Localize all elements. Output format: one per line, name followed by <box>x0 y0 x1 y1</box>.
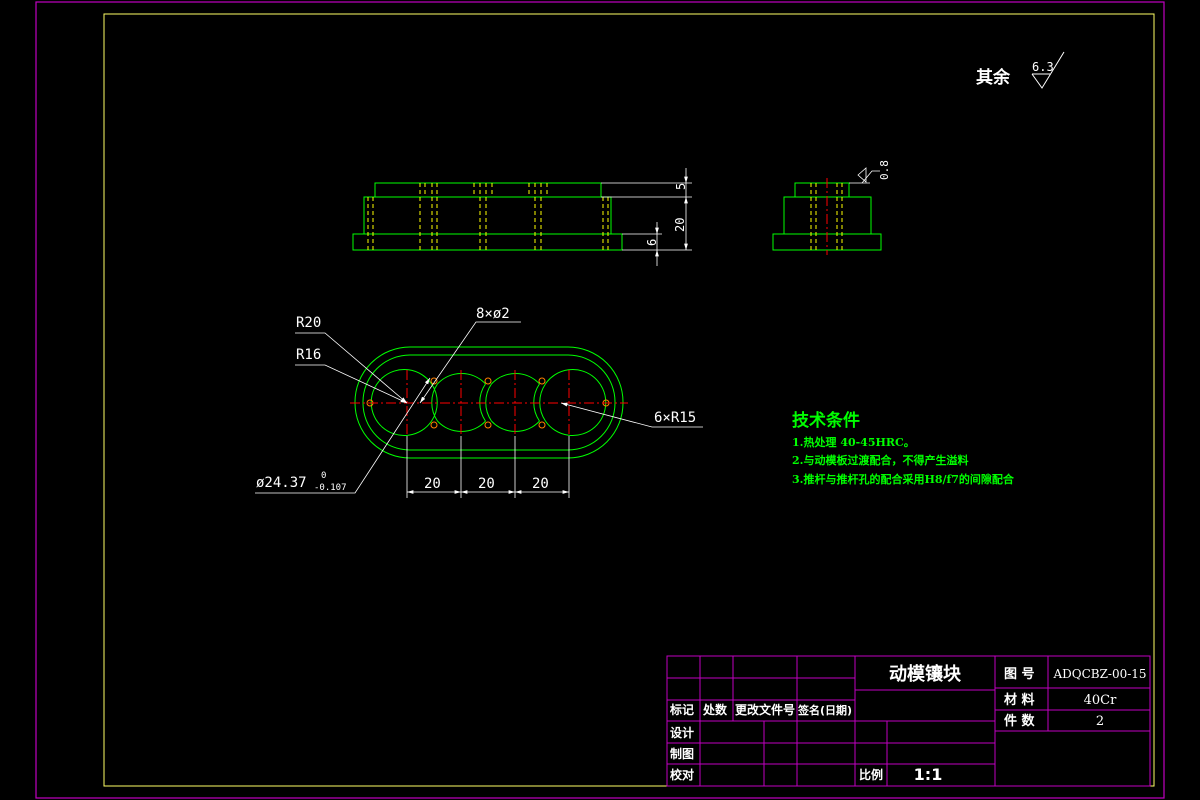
dim-front-base: 6 <box>645 239 659 246</box>
material-label: 材 料 <box>1004 692 1035 708</box>
dim-holes: 8×ø2 <box>476 306 510 322</box>
dim-r20: R20 <box>296 315 321 331</box>
technical-notes: 技术条件 1.热处理 40-45HRC。 2.与动模板过渡配合，不得产生溢料 3… <box>792 410 1015 486</box>
dim-arcs: 6×R15 <box>654 410 696 426</box>
front-view: 5 20 6 <box>352 168 692 266</box>
note-item-2: 2.与动模板过渡配合，不得产生溢料 <box>792 453 968 467</box>
drawing-no-label: 图 号 <box>1004 667 1035 682</box>
note-item-3: 3.推杆与推杆孔的配合采用H8/f7的间隙配合 <box>792 472 1015 486</box>
rev-mark-label: 标记 <box>669 702 694 717</box>
material: 40Cr <box>1084 693 1117 708</box>
dim-diameter-tol-upper: 0 <box>321 471 326 481</box>
design-label: 设计 <box>670 725 694 740</box>
rev-sign-label: 签名(日期) <box>797 703 852 717</box>
inner-border <box>103 13 1155 787</box>
dim-diameter-tol-lower: -0.107 <box>314 483 347 493</box>
note-item-1: 1.热处理 40-45HRC。 <box>792 435 915 449</box>
roughness-value-side: 0.8 <box>878 160 891 180</box>
title-block: 动模镶块 图 号 ADQCBZ-00-15 材 料 40Cr 件 数 2 标记 … <box>666 655 1151 787</box>
dim-pitch-2: 20 <box>478 476 495 492</box>
dim-r16: R16 <box>296 347 321 363</box>
quantity: 2 <box>1096 714 1104 729</box>
surface-finish-label: 其余 <box>976 67 1011 88</box>
cad-drawing-canvas: 其余 6.3 5 20 6 0.8 R20 R16 8×ø2 6×R15 ø24… <box>35 1 1165 799</box>
check-label: 校对 <box>670 767 694 782</box>
surface-finish-symbol: 其余 6.3 <box>976 51 1065 89</box>
side-view: 0.8 <box>772 160 891 255</box>
dim-top-step: 5 <box>674 183 688 190</box>
notes-title: 技术条件 <box>792 410 860 431</box>
drawing-no: ADQCBZ-00-15 <box>1052 667 1146 681</box>
roughness-value-main: 6.3 <box>1032 60 1054 74</box>
scale: 1:1 <box>914 765 943 784</box>
quantity-label: 件 数 <box>1004 713 1036 729</box>
dim-front-height: 20 <box>673 218 687 232</box>
plan-view: R20 R16 8×ø2 6×R15 ø24.37 0 -0.107 20 20… <box>255 306 703 498</box>
rev-doc-label: 更改文件号 <box>735 702 795 717</box>
draft-label: 制图 <box>670 746 694 761</box>
rev-count-label: 处数 <box>702 702 728 717</box>
dim-pitch-1: 20 <box>424 476 441 492</box>
scale-label: 比例 <box>859 767 883 782</box>
dim-pitch-3: 20 <box>532 476 549 492</box>
part-name: 动模镶块 <box>889 663 962 685</box>
dim-diameter: ø24.37 <box>256 475 307 491</box>
